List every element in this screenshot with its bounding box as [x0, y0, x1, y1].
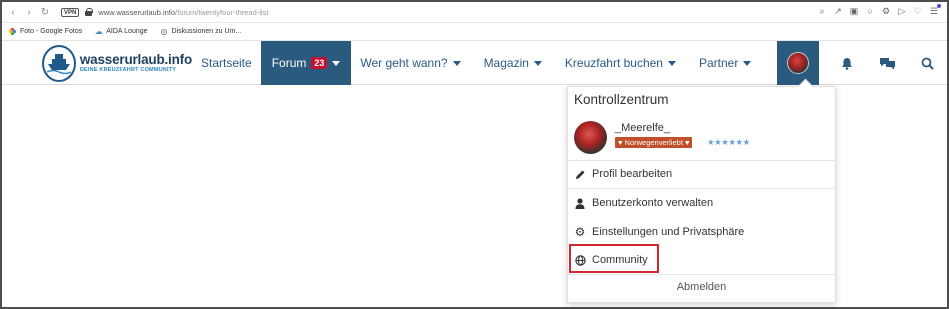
url-host: www.wasserurlaub.info: [98, 7, 176, 17]
cloud-icon: ☁: [94, 27, 103, 36]
shield-icon[interactable]: ○: [865, 6, 875, 16]
chevron-down-icon: [743, 60, 752, 66]
bookmark-google-photos[interactable]: Foto - Google Fotos: [8, 27, 82, 36]
nav-partner[interactable]: Partner: [685, 41, 760, 85]
logo-tagline: DEINE KREUZFAHRT COMMUNITY: [79, 67, 177, 73]
avatar[interactable]: [574, 121, 607, 154]
logo-name: wasserurlaub.info: [79, 51, 192, 67]
bell-icon[interactable]: [827, 41, 867, 85]
bookmark-label: Foto - Google Fotos: [20, 28, 83, 35]
ship-icon: [42, 44, 76, 82]
chevron-down-icon: [667, 60, 676, 66]
menu-item-label: Einstellungen und Privatsphäre: [592, 226, 745, 238]
chevron-down-icon: [452, 60, 461, 66]
nav-label: Forum: [271, 56, 307, 70]
forward-icon[interactable]: ›: [21, 4, 37, 20]
gear-icon: ⚙: [574, 225, 586, 239]
divider: [568, 188, 835, 189]
rating-stars: ★★★★★★: [707, 137, 750, 147]
logout-link[interactable]: Abmelden: [568, 281, 835, 293]
profile-icon[interactable]: ☰: [929, 4, 941, 16]
divider: [568, 160, 835, 161]
nav-label: Magazin: [483, 56, 529, 70]
menu-item-einstellungen[interactable]: ⚙ Einstellungen und Privatsphäre: [574, 222, 745, 242]
forum-count-badge: 23: [311, 57, 328, 69]
nav-label: Wer geht wann?: [360, 56, 448, 70]
nav-label: Kreuzfahrt buchen: [564, 56, 663, 70]
rank-badge: ♥ Norwegenverliebt ♥: [615, 137, 693, 148]
share-icon[interactable]: ↗: [833, 6, 843, 16]
browser-toolbar: ⌕ ↗ ▣ ○ ⚙ ▷ ♡ ☰: [817, 4, 941, 16]
username[interactable]: _Meerelfe_: [615, 122, 670, 134]
user-icon: [574, 197, 586, 209]
nav-label: Partner: [698, 56, 739, 70]
bookmark-diskussionen[interactable]: ◎ Diskussionen zu Um...: [160, 27, 242, 36]
vpn-badge[interactable]: VPN: [61, 7, 80, 17]
user-summary: _Meerelfe_ ♥ Norwegenverliebt ♥ ★★★★★★: [574, 120, 830, 160]
menu-item-profil-bearbeiten[interactable]: Profil bearbeiten: [574, 164, 672, 184]
avatar: [787, 52, 809, 74]
bookmark-label: AIDA Lounge: [106, 28, 148, 35]
reload-icon[interactable]: ↻: [37, 4, 53, 20]
site-logo[interactable]: wasserurlaub.info DEINE KREUZFAHRT COMMU…: [42, 44, 192, 82]
control-center-dropdown: Kontrollzentrum _Meerelfe_ ♥ Norwegenver…: [567, 86, 836, 303]
menu-item-benutzerkonto[interactable]: Benutzerkonto verwalten: [574, 193, 713, 213]
bookmarks-bar: Foto - Google Fotos ☁ AIDA Lounge ◎ Disk…: [2, 23, 947, 41]
back-icon[interactable]: ‹: [5, 4, 21, 20]
menu-item-label: Benutzerkonto verwalten: [592, 197, 714, 209]
main-nav: Startseite Forum 23 Wer geht wann? Magaz…: [192, 41, 760, 85]
play-icon[interactable]: ▷: [897, 6, 907, 16]
community-highlight-box: [569, 244, 659, 273]
chevron-down-icon: [533, 60, 542, 66]
url-field[interactable]: www.wasserurlaub.info/forum/twentyfour-t…: [98, 8, 268, 17]
nav-wer-geht-wann[interactable]: Wer geht wann?: [351, 41, 469, 85]
camera-icon[interactable]: ▣: [849, 6, 859, 16]
globe-icon: ◎: [160, 27, 168, 36]
user-menu-button[interactable]: [777, 41, 819, 85]
search-icon[interactable]: ⌕: [817, 6, 827, 16]
header-actions: [777, 41, 947, 85]
nav-forum[interactable]: Forum 23: [260, 41, 352, 85]
menu-item-label: Profil bearbeiten: [592, 168, 673, 180]
search-icon[interactable]: [907, 41, 947, 85]
heart-icon[interactable]: ♡: [913, 6, 923, 16]
settings-icon[interactable]: ⚙: [881, 6, 891, 16]
lock-icon[interactable]: [85, 8, 94, 16]
divider: [568, 274, 835, 275]
nav-startseite[interactable]: Startseite: [192, 41, 261, 85]
url-path: /forum/twentyfour-thread-list: [175, 7, 269, 17]
bookmark-aida-lounge[interactable]: ☁ AIDA Lounge: [94, 27, 148, 36]
nav-kreuzfahrt-buchen[interactable]: Kreuzfahrt buchen: [551, 41, 685, 85]
bookmark-label: Diskussionen zu Um...: [171, 28, 242, 35]
nav-magazin[interactable]: Magazin: [470, 41, 551, 85]
nav-label: Startseite: [201, 56, 252, 70]
chat-icon[interactable]: [867, 41, 907, 85]
panel-title: Kontrollzentrum: [574, 92, 669, 107]
address-bar: ‹ › ↻ VPN www.wasserurlaub.info/forum/tw…: [2, 2, 947, 23]
pencil-icon: [574, 168, 586, 180]
google-photos-icon: [8, 27, 17, 36]
chevron-down-icon: [332, 60, 341, 66]
